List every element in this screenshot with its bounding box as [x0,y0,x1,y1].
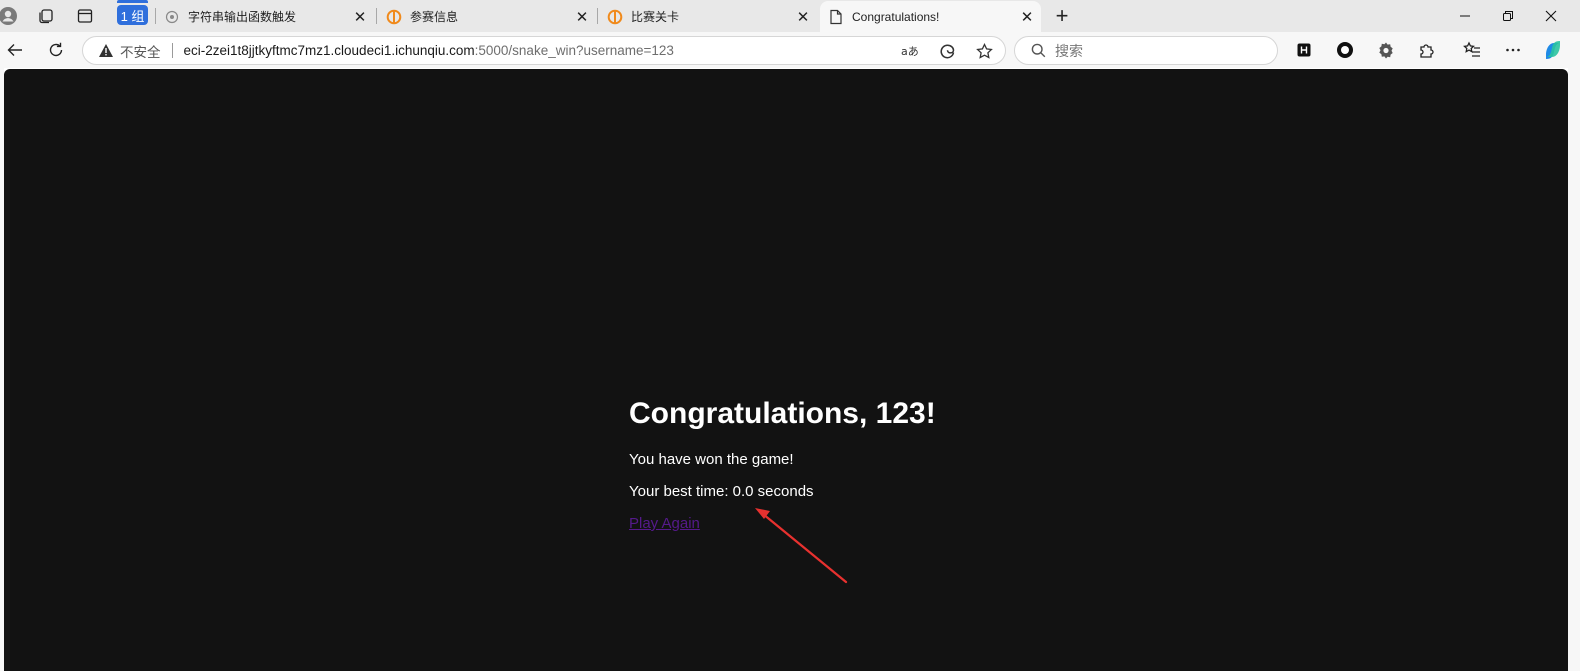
url-host: eci-2zei1t8jjtkyftmc7mz1.cloudeci1.ichun… [183,43,475,58]
read-aloud-translate-icon[interactable]: aあ [900,41,920,61]
play-again-link[interactable]: Play Again [629,515,700,532]
tab-title: Congratulations! [852,9,940,24]
best-time-text: Your best time: 0.0 seconds [629,483,814,500]
profile-avatar-icon[interactable] [0,4,20,28]
search-placeholder: 搜索 [1055,42,1083,59]
gear-extension-icon[interactable] [1373,37,1399,63]
page-viewport: Congratulations, 123! You have won the g… [4,69,1568,671]
tab-strip: 1 组 字符串输出函数触发 ✕ 参赛信息 ✕ 比赛关卡 ✕ Congratula… [0,0,1580,32]
workspaces-icon[interactable] [34,4,58,28]
minimize-icon[interactable] [1443,0,1487,32]
favorite-star-icon[interactable] [974,41,994,61]
record-extension-icon[interactable] [1332,37,1358,63]
win-message: You have won the game! [629,451,794,468]
ichunqiu-favicon-icon [607,9,623,25]
favorites-list-icon[interactable] [1459,37,1485,63]
svg-text:aあ: aあ [901,45,919,58]
tab-challenge-levels[interactable]: 比赛关卡 ✕ [599,1,817,32]
refresh-icon[interactable] [43,37,69,63]
edge-sidebar-icon[interactable] [937,41,957,61]
page-favicon-icon [828,9,844,25]
tab-title: 比赛关卡 [631,10,680,24]
warning-triangle-icon [98,43,116,58]
ichunqiu-favicon-icon [386,9,402,25]
tab-separator [597,8,598,24]
restore-icon[interactable] [1486,0,1530,32]
search-icon [1031,43,1046,58]
window-frame-right [1568,68,1580,671]
hackbar-extension-icon[interactable] [1291,37,1317,63]
tab-title: 参赛信息 [410,10,459,24]
settings-favicon-icon [164,9,180,25]
tab-separator [376,8,377,24]
close-icon[interactable]: ✕ [793,7,813,27]
new-tab-plus-icon[interactable]: + [1050,4,1074,28]
copilot-icon[interactable] [1540,37,1566,63]
tab-string-output[interactable]: 字符串输出函数触发 ✕ [156,1,374,32]
url-path: :5000/snake_win?username=123 [474,43,674,58]
tab-title: 字符串输出函数触发 [188,10,297,24]
more-options-icon[interactable] [1500,37,1526,63]
back-arrow-icon[interactable] [2,37,28,63]
page-title: Congratulations, 123! [629,397,936,430]
tab-group-label: 1 组 [120,8,145,24]
close-icon[interactable]: ✕ [350,7,370,27]
tab-contest-info[interactable]: 参赛信息 ✕ [378,1,596,32]
address-bar[interactable]: 不安全 eci-2zei1t8jjtkyftmc7mz1.cloudeci1.i… [82,36,1006,65]
win-message-container: Congratulations, 123! You have won the g… [629,397,1129,533]
address-divider [171,43,173,58]
window-close-icon[interactable] [1529,0,1573,32]
extensions-puzzle-icon[interactable] [1414,37,1440,63]
tab-group-chip[interactable]: 1 组 [117,0,148,25]
security-status-label[interactable]: 不安全 [120,41,161,61]
search-box[interactable]: 搜索 [1014,36,1278,65]
close-icon[interactable]: ✕ [1017,7,1037,27]
close-icon[interactable]: ✕ [572,7,592,27]
vertical-tabs-icon[interactable] [73,4,97,28]
tab-congratulations[interactable]: Congratulations! ✕ [820,1,1041,32]
browser-toolbar: 不安全 eci-2zei1t8jjtkyftmc7mz1.cloudeci1.i… [0,32,1580,68]
